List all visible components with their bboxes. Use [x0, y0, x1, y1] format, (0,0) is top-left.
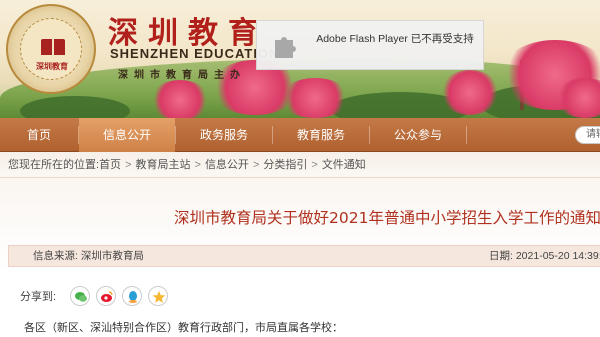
share-label: 分享到: [20, 291, 57, 303]
seal-text: 深圳教育 [36, 61, 68, 71]
nav-divider [466, 126, 467, 144]
breadcrumb-item-notices[interactable]: 文件通知 [322, 152, 366, 178]
nav-item-edu-service[interactable]: 教育服务 [273, 118, 369, 152]
article-source: 信息来源: 深圳市教育局 [33, 250, 144, 262]
qzone-icon[interactable] [148, 286, 168, 306]
site-logo-seal[interactable]: 深圳教育 [6, 4, 96, 94]
breadcrumb-item-info-public[interactable]: 信息公开 [205, 152, 249, 178]
seal-inner: 深圳教育 [20, 18, 82, 80]
qq-icon[interactable] [122, 286, 142, 306]
site-banner: 深圳教育 深圳教育 SHENZHEN EDUCATION 深圳市教育局主办 Ad… [0, 0, 600, 118]
breadcrumb-separator: > [194, 159, 201, 171]
breadcrumb-separator: > [311, 159, 318, 171]
nav-item-home[interactable]: 首页 [0, 118, 78, 152]
breadcrumb-separator: > [252, 159, 260, 171]
weibo-icon[interactable] [96, 286, 116, 306]
main-nav: 首页 信息公开 政务服务 教育服务 公众参与 [0, 118, 600, 152]
flash-message: Adobe Flash Player 已不再受支持 [316, 33, 474, 45]
article-date: 日期: 2021-05-20 14:39: [489, 250, 600, 262]
brand-title-en: SHENZHEN EDUCATION [110, 46, 280, 61]
brand-subtitle: 深圳市教育局主办 [118, 70, 246, 81]
article-meta-bar: 信息来源: 深圳市教育局 日期: 2021-05-20 14:39: [8, 245, 600, 267]
article-title: 深圳市教育局关于做好2021年普通中小学招生入学工作的通知 [174, 209, 600, 227]
breadcrumb: 您现在所在的位置: 首页 > 教育局主站 > 信息公开 > 分类指引 > 文件通知 [0, 152, 600, 178]
nav-item-gov-service[interactable]: 政务服务 [176, 118, 272, 152]
banner-blossom [440, 70, 500, 115]
breadcrumb-item-home[interactable]: 首页 [99, 152, 121, 178]
plugin-puzzle-icon [275, 37, 296, 58]
breadcrumb-separator: > [125, 159, 132, 171]
search-input[interactable]: 请输 [575, 126, 600, 144]
banner-blossom [150, 80, 210, 118]
nav-item-public-participation[interactable]: 公众参与 [370, 118, 466, 152]
wechat-icon[interactable] [70, 286, 90, 306]
breadcrumb-item-category-guide[interactable]: 分类指引 [263, 152, 307, 178]
article-body-first-line: 各区（新区、深汕特别合作区）教育行政部门，市局直属各学校： [24, 322, 343, 334]
breadcrumb-prefix: 您现在所在的位置: [8, 159, 100, 171]
banner-blossom [280, 78, 350, 118]
breadcrumb-item-main-site[interactable]: 教育局主站 [136, 152, 191, 178]
flash-unsupported-notice: Adobe Flash Player 已不再受支持 [256, 20, 484, 70]
nav-item-info-public[interactable]: 信息公开 [79, 118, 175, 152]
book-icon [41, 39, 65, 55]
banner-bush [20, 96, 130, 118]
